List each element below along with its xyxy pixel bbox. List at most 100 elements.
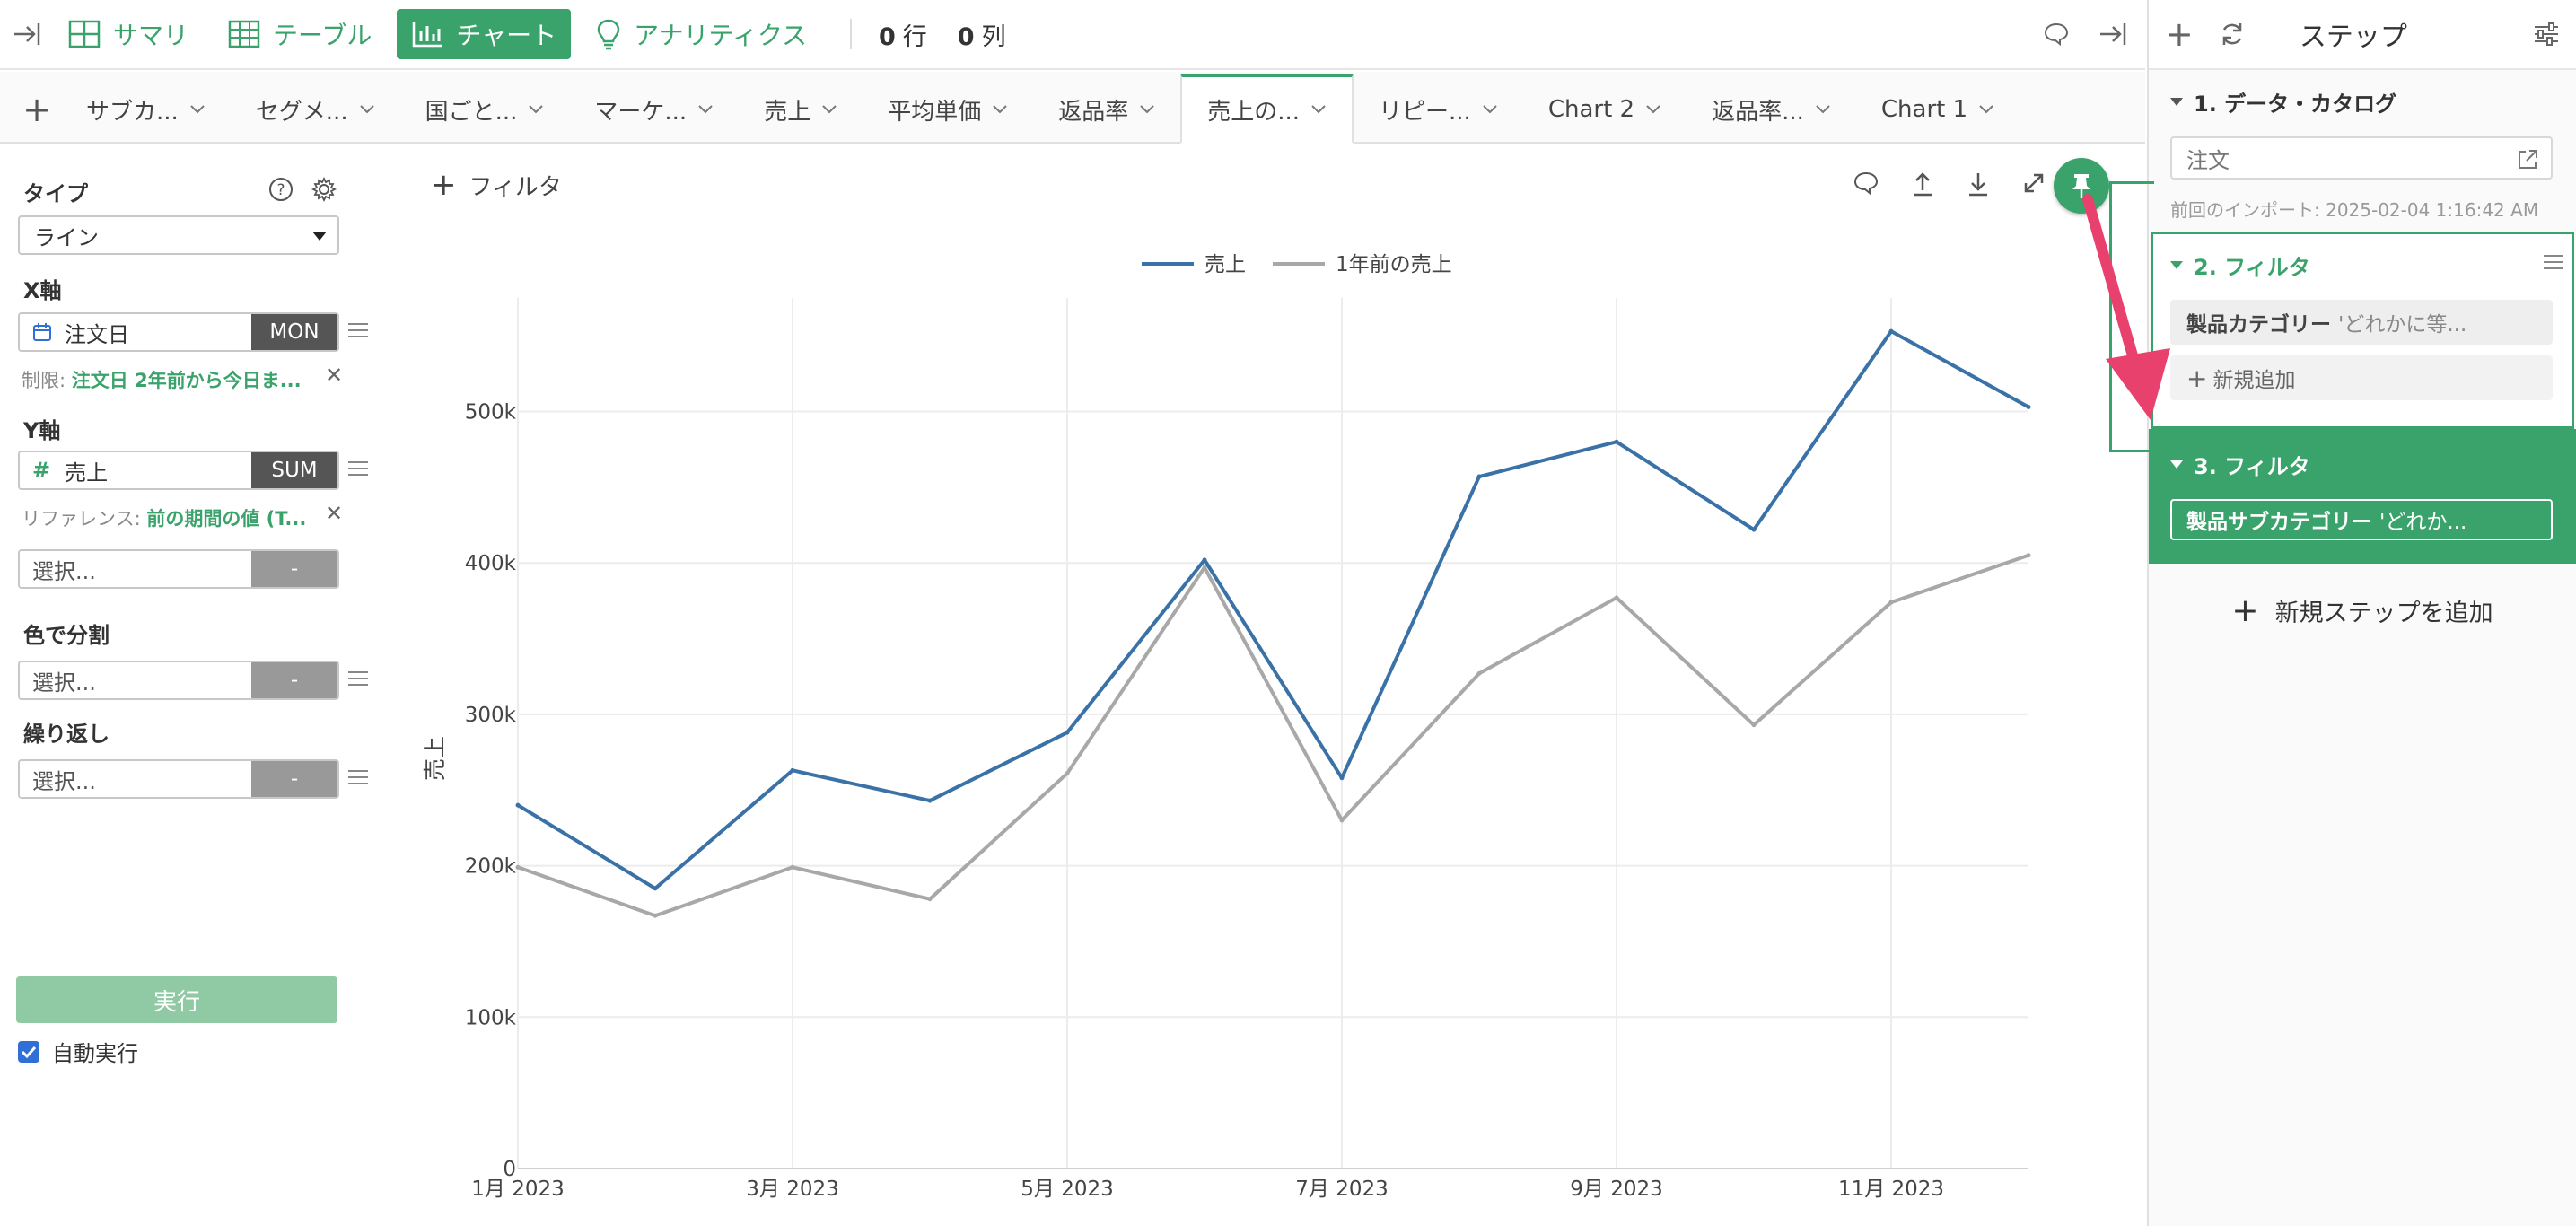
chart-view-button[interactable]: チャート <box>397 9 572 59</box>
gear-icon[interactable] <box>311 176 337 203</box>
chart-tab-10[interactable]: Chart 2 <box>1523 77 1687 142</box>
chevron-down-icon[interactable] <box>1310 104 1327 115</box>
step-2-menu-icon[interactable] <box>2544 255 2563 271</box>
repeat-aggregation-button[interactable]: - <box>251 761 337 797</box>
chevron-down-icon[interactable] <box>992 104 1008 115</box>
sliders-icon[interactable] <box>2533 22 2560 47</box>
repeat-field[interactable]: 選択... - <box>18 759 339 799</box>
run-button[interactable]: 実行 <box>16 976 337 1023</box>
series-1-point <box>1751 527 1757 532</box>
step-3-title[interactable]: 3. フィルタ <box>2170 449 2310 480</box>
chevron-down-icon[interactable] <box>528 104 544 115</box>
help-icon[interactable]: ? <box>267 176 294 203</box>
add-new-step-button[interactable]: + 新規ステップを追加 <box>2149 592 2576 629</box>
refresh-icon[interactable] <box>2219 21 2246 48</box>
external-link-icon[interactable] <box>2515 147 2540 172</box>
extra-y-aggregation-button[interactable]: - <box>251 551 337 587</box>
chart-tab-2[interactable]: セグメ... <box>231 77 400 142</box>
chart-tab-4[interactable]: マーケ... <box>569 77 739 142</box>
y-axis-reference-note[interactable]: リファレンス: 前の期間の値 (T... <box>22 504 306 531</box>
y-axis-menu-icon[interactable] <box>348 461 368 477</box>
x-axis-aggregation-button[interactable]: MON <box>251 314 337 350</box>
x-axis-field[interactable]: 注文日 MON <box>18 312 339 352</box>
repeat-placeholder[interactable]: 選択... <box>20 761 251 797</box>
chart-config-panel: タイプ ? ライン X軸 注文日 MON 制限: 注文日 2年前から今日ま...… <box>0 145 377 1226</box>
chart-tab-label: Chart 1 <box>1880 96 1968 123</box>
x-axis-menu-icon[interactable] <box>348 323 368 339</box>
chart-tab-5[interactable]: 売上 <box>739 77 863 142</box>
chart-tab-12[interactable]: Chart 1 <box>1856 77 2020 142</box>
series-2-point <box>2026 553 2031 558</box>
y-axis-field[interactable]: # 売上 SUM <box>18 451 339 490</box>
series-2-point <box>653 913 658 918</box>
color-split-placeholder[interactable]: 選択... <box>20 662 251 698</box>
step-1-title[interactable]: 1. データ・カタログ <box>2170 86 2396 118</box>
color-split-field[interactable]: 選択... - <box>18 661 339 700</box>
y-tick-label: 400k <box>465 552 517 575</box>
repeat-menu-icon[interactable] <box>348 770 368 786</box>
collapse-left-button[interactable] <box>0 0 54 69</box>
color-split-aggregation-button[interactable]: - <box>251 662 337 698</box>
series-1-point <box>653 886 658 891</box>
extra-y-field[interactable]: 選択... - <box>18 549 339 589</box>
chart-tab-1[interactable]: サブカ... <box>61 77 231 142</box>
series-1-point <box>1888 328 1894 334</box>
chart-tab-label: Chart 2 <box>1547 96 1635 123</box>
collapse-right-icon[interactable] <box>2097 21 2129 48</box>
step-3-title-text: 3. フィルタ <box>2194 454 2310 479</box>
chevron-down-icon[interactable] <box>697 104 714 115</box>
steps-panel-title: ステップ <box>2299 22 2407 53</box>
auto-run-checkbox[interactable] <box>18 1040 39 1063</box>
chart-tab-8[interactable]: 売上の... <box>1180 74 1354 144</box>
table-view-button[interactable]: テーブル <box>214 9 386 59</box>
analytics-view-button[interactable]: アナリティクス <box>582 9 821 59</box>
line-chart: 0100k200k300k400k500k1月 2023 3月 2023 5月 20… <box>422 253 2031 1201</box>
y-axis-aggregation-button[interactable]: SUM <box>251 452 337 488</box>
x-axis-limit-note[interactable]: 制限: 注文日 2年前から今日ま... <box>22 366 302 393</box>
auto-run-toggle[interactable]: 自動実行 <box>18 1036 138 1067</box>
series-2-point <box>1614 595 1619 600</box>
series-1-point <box>1476 474 1482 479</box>
series-1-point <box>1065 730 1070 735</box>
chart-tab-9[interactable]: リピー... <box>1354 77 1523 142</box>
chevron-down-icon[interactable] <box>1139 104 1155 115</box>
analytics-label: アナリティクス <box>634 21 807 50</box>
chart-type-select[interactable]: ライン <box>18 215 339 255</box>
comment-icon[interactable] <box>2043 22 2070 47</box>
step-2-title[interactable]: 2. フィルタ <box>2170 250 2310 281</box>
chart-tab-3[interactable]: 国ごと... <box>400 77 570 142</box>
chart-tab-label: サブカ... <box>86 98 179 126</box>
chevron-down-icon[interactable] <box>189 104 206 115</box>
chevron-down-icon[interactable] <box>821 104 837 115</box>
add-step-plus-icon[interactable]: + <box>2165 14 2194 54</box>
chart-tab-label: 売上の... <box>1207 98 1301 126</box>
step-3-filter-chip[interactable]: 製品サブカテゴリー 'どれか... <box>2170 499 2553 540</box>
series-1-point <box>790 767 795 773</box>
remove-x-limit-icon[interactable]: ✕ <box>325 363 343 388</box>
chevron-down-icon[interactable] <box>1482 104 1498 115</box>
app-root: サマリ テーブル チャート アナリティクス 0 行 0 列 + サブカ... セ… <box>0 0 2576 1226</box>
step-3-box[interactable]: 3. フィルタ 製品サブカテゴリー 'どれか... <box>2149 429 2576 564</box>
step-2-add-filter-button[interactable]: + 新規追加 <box>2170 355 2553 400</box>
lightbulb-icon <box>597 19 620 50</box>
row-count-unit: 行 <box>902 22 927 51</box>
series-1-point <box>2026 404 2031 409</box>
x-axis-column[interactable]: 注文日 <box>20 314 251 350</box>
summary-view-button[interactable]: サマリ <box>54 9 203 59</box>
chart-tab-11[interactable]: 返品率... <box>1687 77 1856 142</box>
chevron-down-icon[interactable] <box>1978 104 1994 115</box>
remove-reference-icon[interactable]: ✕ <box>325 501 343 526</box>
chart-tab-7[interactable]: 返品率 <box>1033 77 1180 142</box>
add-tab-button[interactable]: + <box>13 77 61 142</box>
color-split-menu-icon[interactable] <box>348 671 368 687</box>
steps-panel-header: + ステップ <box>2149 0 2576 70</box>
chevron-down-icon[interactable] <box>1645 104 1661 115</box>
chart-tab-6[interactable]: 平均単価 <box>863 77 1033 142</box>
step-2-filter-chip[interactable]: 製品カテゴリー 'どれかに等... <box>2170 300 2553 345</box>
chevron-down-icon[interactable] <box>359 104 375 115</box>
extra-y-placeholder[interactable]: 選択... <box>20 551 251 587</box>
chevron-down-icon[interactable] <box>1815 104 1831 115</box>
step-1-source[interactable]: 注文 <box>2170 136 2553 180</box>
series-line-1 <box>516 329 2029 890</box>
y-axis-column[interactable]: # 売上 <box>20 452 251 488</box>
